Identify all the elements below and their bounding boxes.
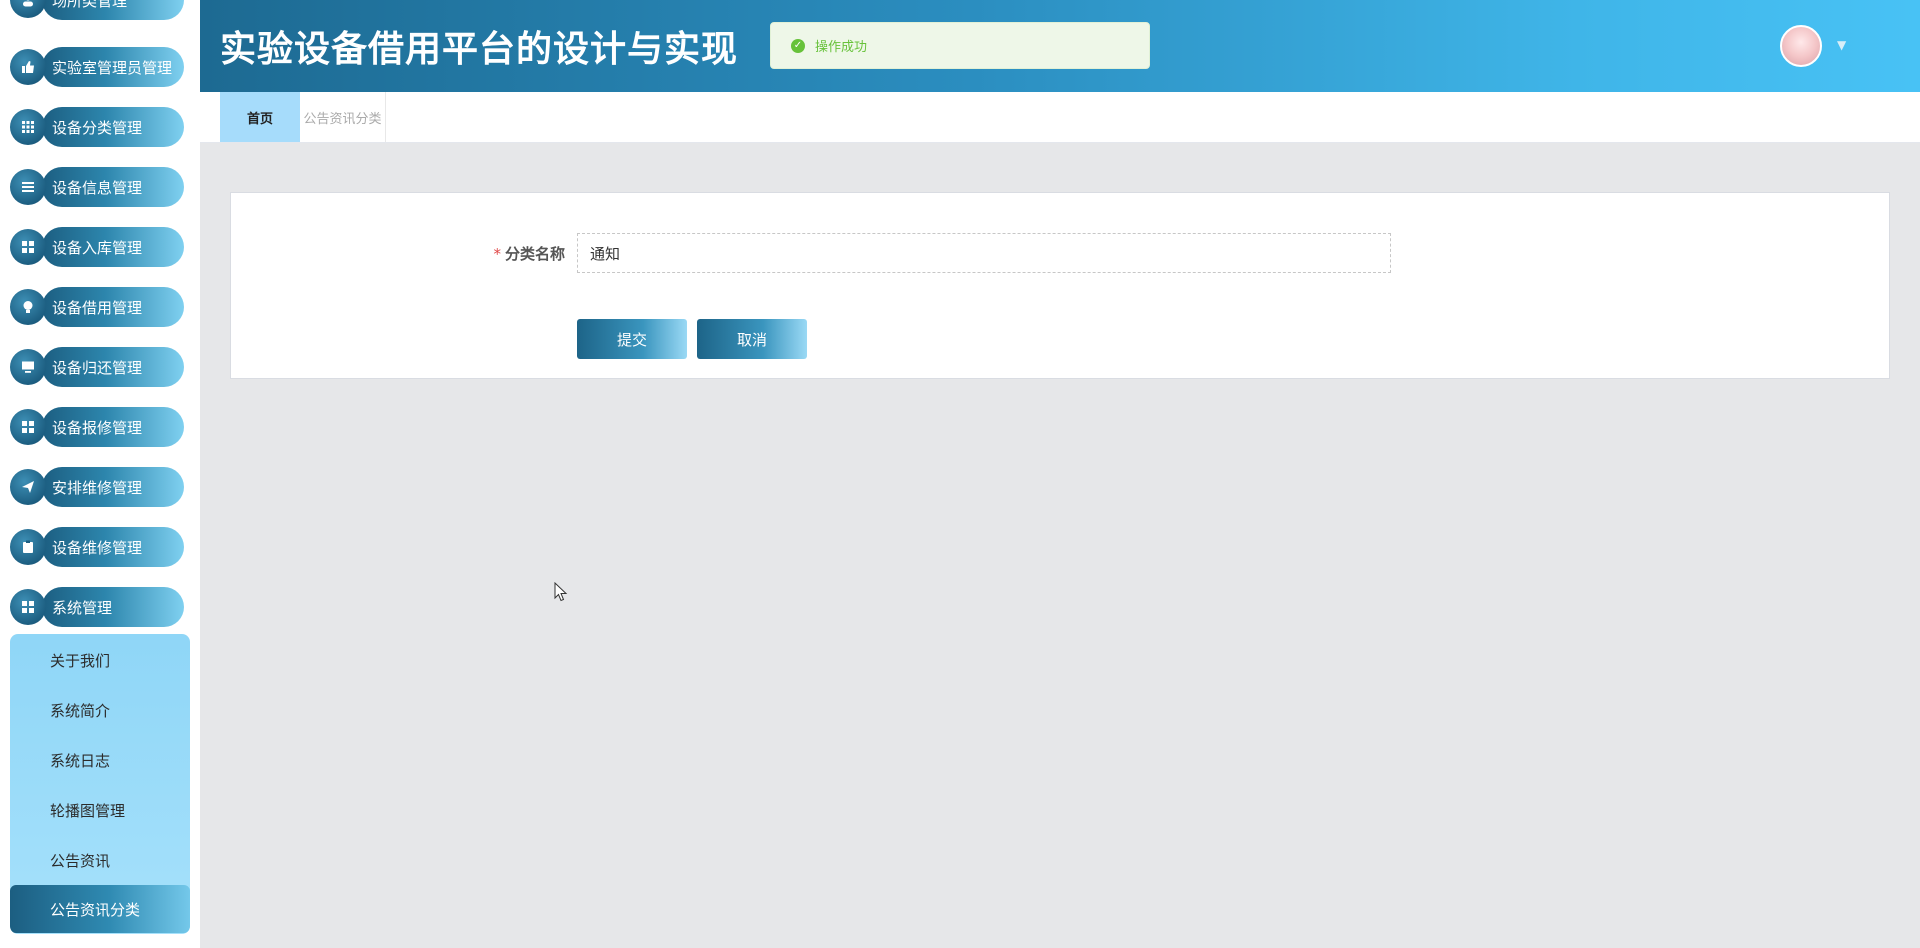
check-circle-icon: ✓: [791, 38, 805, 53]
sidebar-item-label: 设备报修管理: [42, 407, 184, 447]
sidebar: 场所类管理 实验室管理员管理 设备分类管理 设备信息管理 设备入库管理 设备借用…: [0, 0, 200, 948]
tab-news-category[interactable]: 公告资讯分类: [300, 92, 386, 142]
sidebar-item-label: 设备信息管理: [42, 167, 184, 207]
required-mark: *: [493, 245, 501, 263]
list-icon: [10, 169, 46, 205]
bulb-icon: [10, 289, 46, 325]
submit-button[interactable]: 提交: [577, 319, 687, 359]
page-title: 实验设备借用平台的设计与实现: [220, 29, 739, 70]
sidebar-item-device-storage[interactable]: 设备入库管理: [10, 227, 184, 267]
apps-icon: [10, 229, 46, 265]
sidebar-item-label: 实验室管理员管理: [42, 47, 184, 87]
user-icon: [10, 0, 46, 18]
submenu-item-news[interactable]: 公告资讯: [10, 836, 190, 884]
sidebar-item-lab-admin[interactable]: 实验室管理员管理: [10, 47, 184, 87]
tab-bar: 首页 公告资讯分类: [200, 92, 1920, 143]
success-toast: ✓ 操作成功: [770, 22, 1150, 69]
sidebar-item-label: 系统管理: [42, 587, 184, 627]
submenu-item-intro[interactable]: 系统简介: [10, 686, 190, 734]
submenu-item-carousel[interactable]: 轮播图管理: [10, 786, 190, 834]
apps-icon: [10, 409, 46, 445]
submenu-item-about[interactable]: 关于我们: [10, 636, 190, 684]
sidebar-item-label: 设备归还管理: [42, 347, 184, 387]
sidebar-item-device-return[interactable]: 设备归还管理: [10, 347, 184, 387]
category-name-label: * 分类名称: [491, 243, 565, 264]
sidebar-item-label: 场所类管理: [42, 0, 184, 20]
sidebar-item-venue[interactable]: 场所类管理: [10, 0, 184, 20]
sidebar-item-schedule-repair[interactable]: 安排维修管理: [10, 467, 184, 507]
sidebar-item-device-repair-report[interactable]: 设备报修管理: [10, 407, 184, 447]
sidebar-item-device-borrow[interactable]: 设备借用管理: [10, 287, 184, 327]
submenu-item-news-category[interactable]: 公告资讯分类: [10, 885, 190, 933]
toast-message: 操作成功: [815, 40, 868, 55]
header: 实验设备借用平台的设计与实现 ✓ 操作成功 ▼: [200, 0, 1920, 92]
sidebar-item-label: 设备维修管理: [42, 527, 184, 567]
sidebar-item-label: 安排维修管理: [42, 467, 184, 507]
sidebar-item-label: 设备分类管理: [42, 107, 184, 147]
form-card: *分类名称 提交 取消: [230, 192, 1890, 379]
grid-icon: [10, 109, 46, 145]
mouse-cursor-icon: [554, 582, 568, 602]
monitor-icon: [10, 349, 46, 385]
submenu-item-log[interactable]: 系统日志: [10, 736, 190, 784]
sidebar-item-device-info[interactable]: 设备信息管理: [10, 167, 184, 207]
category-name-input[interactable]: [577, 233, 1391, 273]
sidebar-item-device-maintenance[interactable]: 设备维修管理: [10, 527, 184, 567]
thumbs-up-icon: [10, 49, 46, 85]
sidebar-item-label: 设备入库管理: [42, 227, 184, 267]
sidebar-item-system[interactable]: 系统管理: [10, 587, 184, 627]
tab-home[interactable]: 首页: [220, 92, 300, 142]
sidebar-item-label: 设备借用管理: [42, 287, 184, 327]
cancel-button[interactable]: 取消: [697, 319, 807, 359]
sidebar-item-device-category[interactable]: 设备分类管理: [10, 107, 184, 147]
clipboard-icon: [10, 529, 46, 565]
send-icon: [10, 469, 46, 505]
caret-down-icon[interactable]: ▼: [1837, 38, 1846, 52]
system-submenu: 关于我们 系统简介 系统日志 轮播图管理 公告资讯 公告资讯分类: [10, 634, 190, 934]
category-name-label-text: 分类名称: [504, 245, 565, 263]
apps-icon: [10, 589, 46, 625]
avatar[interactable]: [1780, 25, 1822, 67]
